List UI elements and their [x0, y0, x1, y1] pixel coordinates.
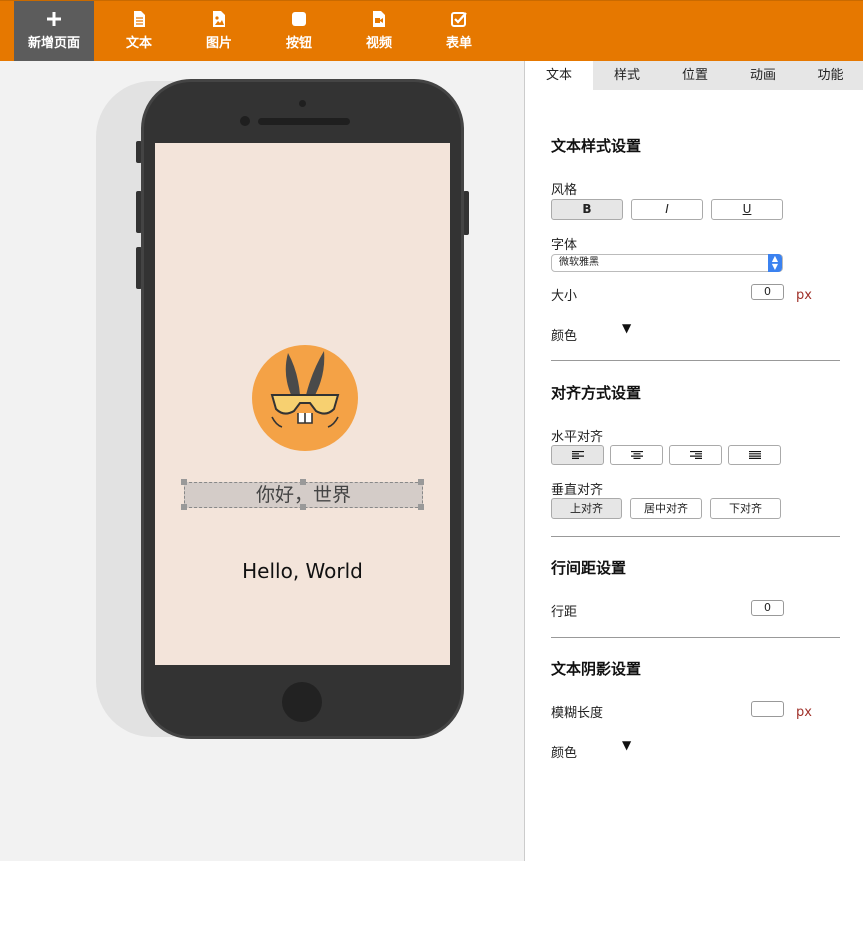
rabbit-logo[interactable]: [252, 345, 358, 451]
divider: [551, 536, 840, 537]
image-icon: [213, 11, 225, 27]
top-toolbar: 新增页面 文本 图片 按钮 视频 表单: [0, 0, 863, 62]
tab-position[interactable]: 位置: [661, 61, 729, 90]
image-label: 图片: [205, 36, 232, 51]
bold-button[interactable]: B: [551, 199, 623, 220]
resize-handle-top-right[interactable]: [418, 479, 424, 485]
align-right-button[interactable]: [669, 445, 722, 465]
italic-button[interactable]: I: [631, 199, 703, 220]
align-center-icon: [630, 451, 643, 459]
video-label: 视频: [365, 36, 392, 51]
align-center-button[interactable]: [610, 445, 663, 465]
hello-text-element[interactable]: Hello, World: [155, 559, 450, 583]
text-color-dropdown-icon[interactable]: ▼: [622, 321, 631, 335]
tab-animation[interactable]: 动画: [729, 61, 797, 90]
resize-handle-top[interactable]: [300, 479, 306, 485]
form-label: 表单: [445, 36, 472, 51]
tab-text[interactable]: 文本: [525, 61, 593, 90]
panel-tabs: 文本 样式 位置 动画 功能: [525, 61, 863, 90]
design-canvas: 你好，世界 Hello, World: [0, 61, 524, 861]
font-label: 字体: [551, 238, 578, 253]
video-icon: [373, 11, 385, 27]
shadow-color-label: 颜色: [551, 746, 578, 761]
text-style-title: 文本样式设置: [551, 137, 642, 155]
align-justify-icon: [748, 451, 761, 459]
checkbox-icon: [451, 12, 467, 27]
blur-length-input[interactable]: [751, 701, 784, 717]
size-input[interactable]: 0: [751, 284, 784, 300]
square-icon: [292, 12, 306, 26]
blur-unit: px: [796, 705, 812, 720]
vertical-align-label: 垂直对齐: [551, 483, 604, 498]
style-label: 风格: [551, 183, 578, 198]
button-label: 按钮: [285, 36, 312, 51]
resize-handle-bottom-right[interactable]: [418, 504, 424, 510]
text-color-label: 颜色: [551, 329, 578, 344]
tab-style[interactable]: 样式: [593, 61, 661, 90]
divider: [551, 360, 840, 361]
font-select[interactable]: 微软雅黑 ▲ ▼: [551, 254, 783, 272]
document-icon: [134, 11, 145, 27]
text-button[interactable]: 文本: [99, 1, 179, 62]
add-page-button[interactable]: 新增页面: [14, 1, 94, 62]
line-spacing-title: 行间距设置: [551, 559, 627, 577]
divider: [551, 637, 840, 638]
line-spacing-input[interactable]: 0: [751, 600, 784, 616]
align-bottom-button[interactable]: 下对齐: [710, 498, 781, 519]
tab-function[interactable]: 功能: [797, 61, 863, 90]
font-select-value: 微软雅黑: [559, 257, 599, 268]
resize-handle-top-left[interactable]: [181, 479, 187, 485]
select-arrows-icon: ▲ ▼: [768, 254, 782, 272]
image-button[interactable]: 图片: [179, 1, 259, 62]
alignment-title: 对齐方式设置: [551, 384, 642, 402]
phone-sensor: [299, 100, 306, 107]
resize-handle-bottom-left[interactable]: [181, 504, 187, 510]
blur-length-label: 模糊长度: [551, 706, 604, 721]
underline-button[interactable]: U: [711, 199, 783, 220]
align-right-icon: [689, 451, 702, 459]
align-left-button[interactable]: [551, 445, 604, 465]
size-label: 大小: [551, 289, 578, 304]
button-button[interactable]: 按钮: [259, 1, 339, 62]
shadow-color-dropdown-icon[interactable]: ▼: [622, 738, 631, 752]
phone-speaker: [258, 118, 350, 125]
plus-icon: [47, 12, 61, 26]
text-shadow-title: 文本阴影设置: [551, 660, 642, 678]
line-spacing-label: 行距: [551, 605, 578, 620]
form-button[interactable]: 表单: [419, 1, 499, 62]
add-page-label: 新增页面: [27, 36, 80, 51]
align-top-button[interactable]: 上对齐: [551, 498, 622, 519]
phone-home-button: [282, 682, 322, 722]
resize-handle-bottom[interactable]: [300, 504, 306, 510]
align-middle-button[interactable]: 居中对齐: [630, 498, 702, 519]
align-left-icon: [571, 451, 584, 459]
horizontal-align-label: 水平对齐: [551, 430, 604, 445]
properties-panel: 文本 样式 位置 动画 功能 文本样式设置 风格 B I U 字体 微软雅黑 ▲…: [524, 61, 863, 861]
text-label: 文本: [125, 36, 152, 51]
size-unit: px: [796, 288, 812, 303]
phone-frame: 你好，世界 Hello, World: [141, 79, 464, 739]
video-button[interactable]: 视频: [339, 1, 419, 62]
phone-screen[interactable]: 你好，世界 Hello, World: [155, 143, 450, 665]
align-justify-button[interactable]: [728, 445, 781, 465]
phone-camera: [240, 116, 250, 126]
